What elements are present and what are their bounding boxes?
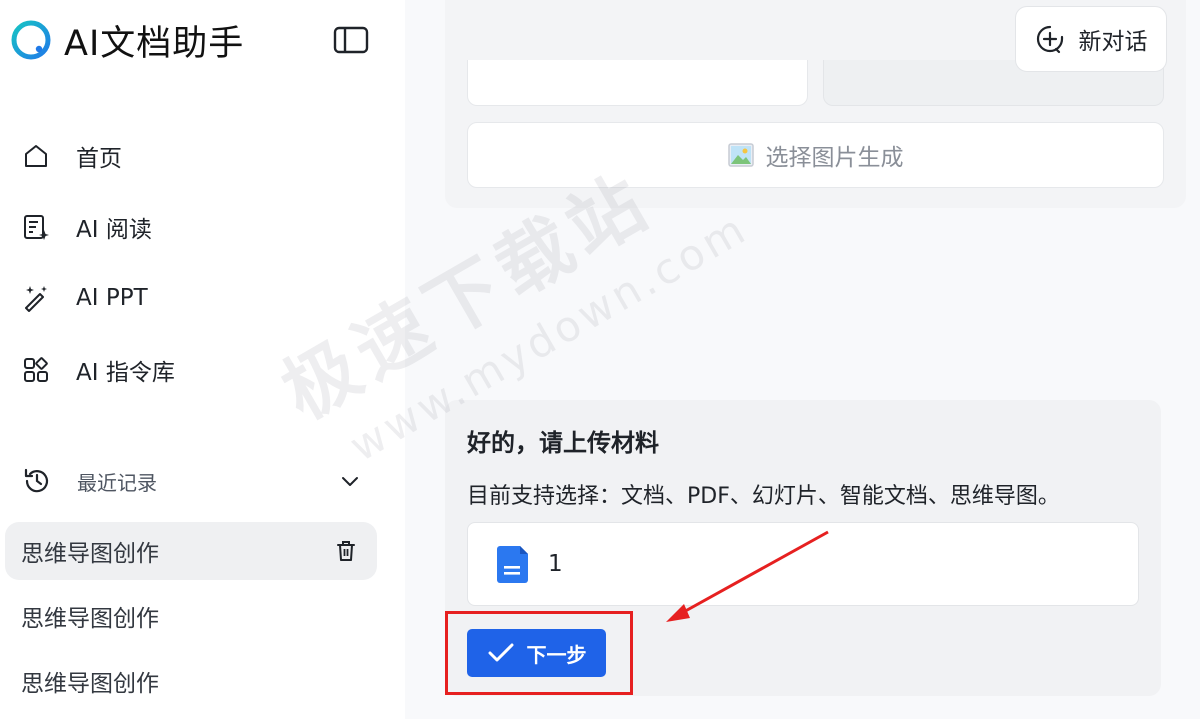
nav-label: AI PPT	[76, 285, 148, 311]
check-icon	[488, 643, 513, 662]
history-icon	[22, 466, 52, 496]
history-item-label: 思维导图创作	[21, 541, 159, 567]
history-item[interactable]: 思维导图创作	[5, 522, 377, 580]
main-panel: 选择图片生成 新对话 好的，请上传材料 目前支持选择：文档、PDF、幻灯片、智能…	[405, 0, 1200, 719]
grid-icon	[22, 356, 50, 384]
plus-circle-icon	[1036, 25, 1063, 54]
chevron-down-icon[interactable]	[338, 469, 362, 493]
document-icon	[497, 546, 528, 583]
choose-image-label: 选择图片生成	[765, 145, 904, 171]
recent-title: 最近记录	[77, 470, 157, 495]
nav-item-home[interactable]: 首页	[22, 136, 122, 176]
nav-label: AI 指令库	[76, 360, 175, 386]
file-name: 1	[548, 551, 563, 577]
history-item-label: 思维导图创作	[21, 606, 159, 632]
recent-header[interactable]: 最近记录	[22, 462, 362, 500]
magic-wand-icon	[22, 284, 50, 312]
new-chat-label: 新对话	[1078, 29, 1148, 55]
trash-icon[interactable]	[335, 539, 357, 563]
nav-label: 首页	[76, 146, 122, 172]
next-step-label: 下一步	[526, 642, 587, 667]
image-icon	[727, 143, 754, 167]
nav-item-ai-reading[interactable]: AI 阅读	[22, 207, 152, 247]
choose-image-button[interactable]: 选择图片生成	[467, 122, 1164, 188]
selected-file[interactable]: 1	[467, 522, 1139, 606]
reply-title: 好的，请上传材料	[467, 429, 659, 457]
new-chat-button[interactable]: 新对话	[1015, 6, 1167, 72]
nav-item-ai-prompts[interactable]: AI 指令库	[22, 350, 175, 390]
document-sparkle-icon	[22, 213, 50, 241]
nav-item-ai-ppt[interactable]: AI PPT	[22, 278, 148, 318]
logo-icon	[11, 20, 51, 60]
history-item[interactable]: 思维导图创作	[5, 652, 377, 710]
sidebar: AI文档助手 首页 AI 阅读 AI PPT AI 指令库 最近记录 思维导图创…	[0, 0, 405, 719]
app-title: AI文档助手	[64, 23, 245, 64]
next-step-button[interactable]: 下一步	[467, 629, 606, 677]
option-card-left[interactable]	[467, 60, 808, 106]
assistant-reply-card: 好的，请上传材料 目前支持选择：文档、PDF、幻灯片、智能文档、思维导图。 1 …	[445, 400, 1161, 696]
history-item[interactable]: 思维导图创作	[5, 587, 377, 645]
brand[interactable]: AI文档助手	[10, 18, 244, 64]
sidebar-toggle-icon[interactable]	[333, 26, 369, 54]
history-item-label: 思维导图创作	[21, 671, 159, 697]
nav-label: AI 阅读	[76, 217, 152, 243]
reply-description: 目前支持选择：文档、PDF、幻灯片、智能文档、思维导图。	[467, 484, 1060, 509]
home-icon	[22, 142, 50, 170]
